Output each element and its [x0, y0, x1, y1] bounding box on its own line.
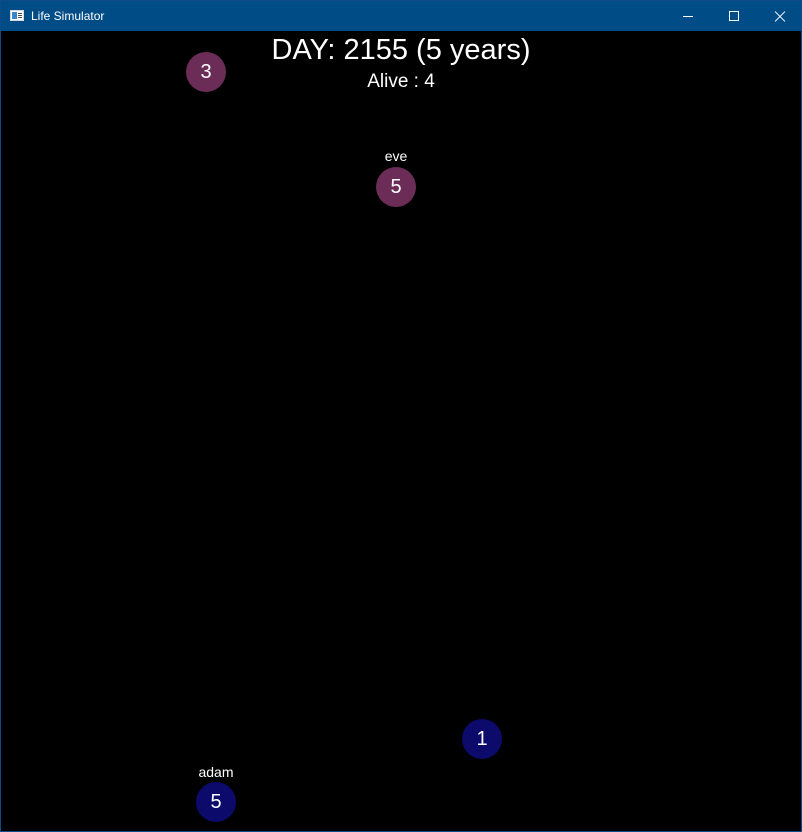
alive-counter: Alive : 4	[367, 71, 435, 92]
life-simulator-window: Life Simulator DAY: 2155 (5 years) Alive…	[0, 0, 802, 832]
entity-circle: 3	[186, 52, 226, 92]
entity-circle-adam: 5	[196, 782, 236, 822]
simulation-canvas: DAY: 2155 (5 years) Alive : 4 3 eve 5 1 …	[1, 31, 801, 831]
entity-value: 5	[210, 791, 222, 813]
entity-circle-eve: 5	[376, 167, 416, 207]
entity-value: 1	[476, 728, 488, 750]
title-bar[interactable]: Life Simulator	[1, 1, 801, 31]
entity-value: 3	[200, 61, 212, 83]
day-counter: DAY: 2155 (5 years)	[271, 34, 531, 66]
window-title: Life Simulator	[31, 9, 105, 23]
entity-circle: 1	[462, 719, 502, 759]
entity-name-eve: eve	[384, 148, 408, 164]
minimize-button[interactable]	[665, 1, 711, 31]
maximize-button[interactable]	[711, 1, 757, 31]
close-button[interactable]	[757, 1, 802, 31]
entity-value: 5	[390, 176, 402, 198]
app-window-icon	[10, 10, 24, 21]
entity-name-adam: adam	[198, 764, 234, 780]
